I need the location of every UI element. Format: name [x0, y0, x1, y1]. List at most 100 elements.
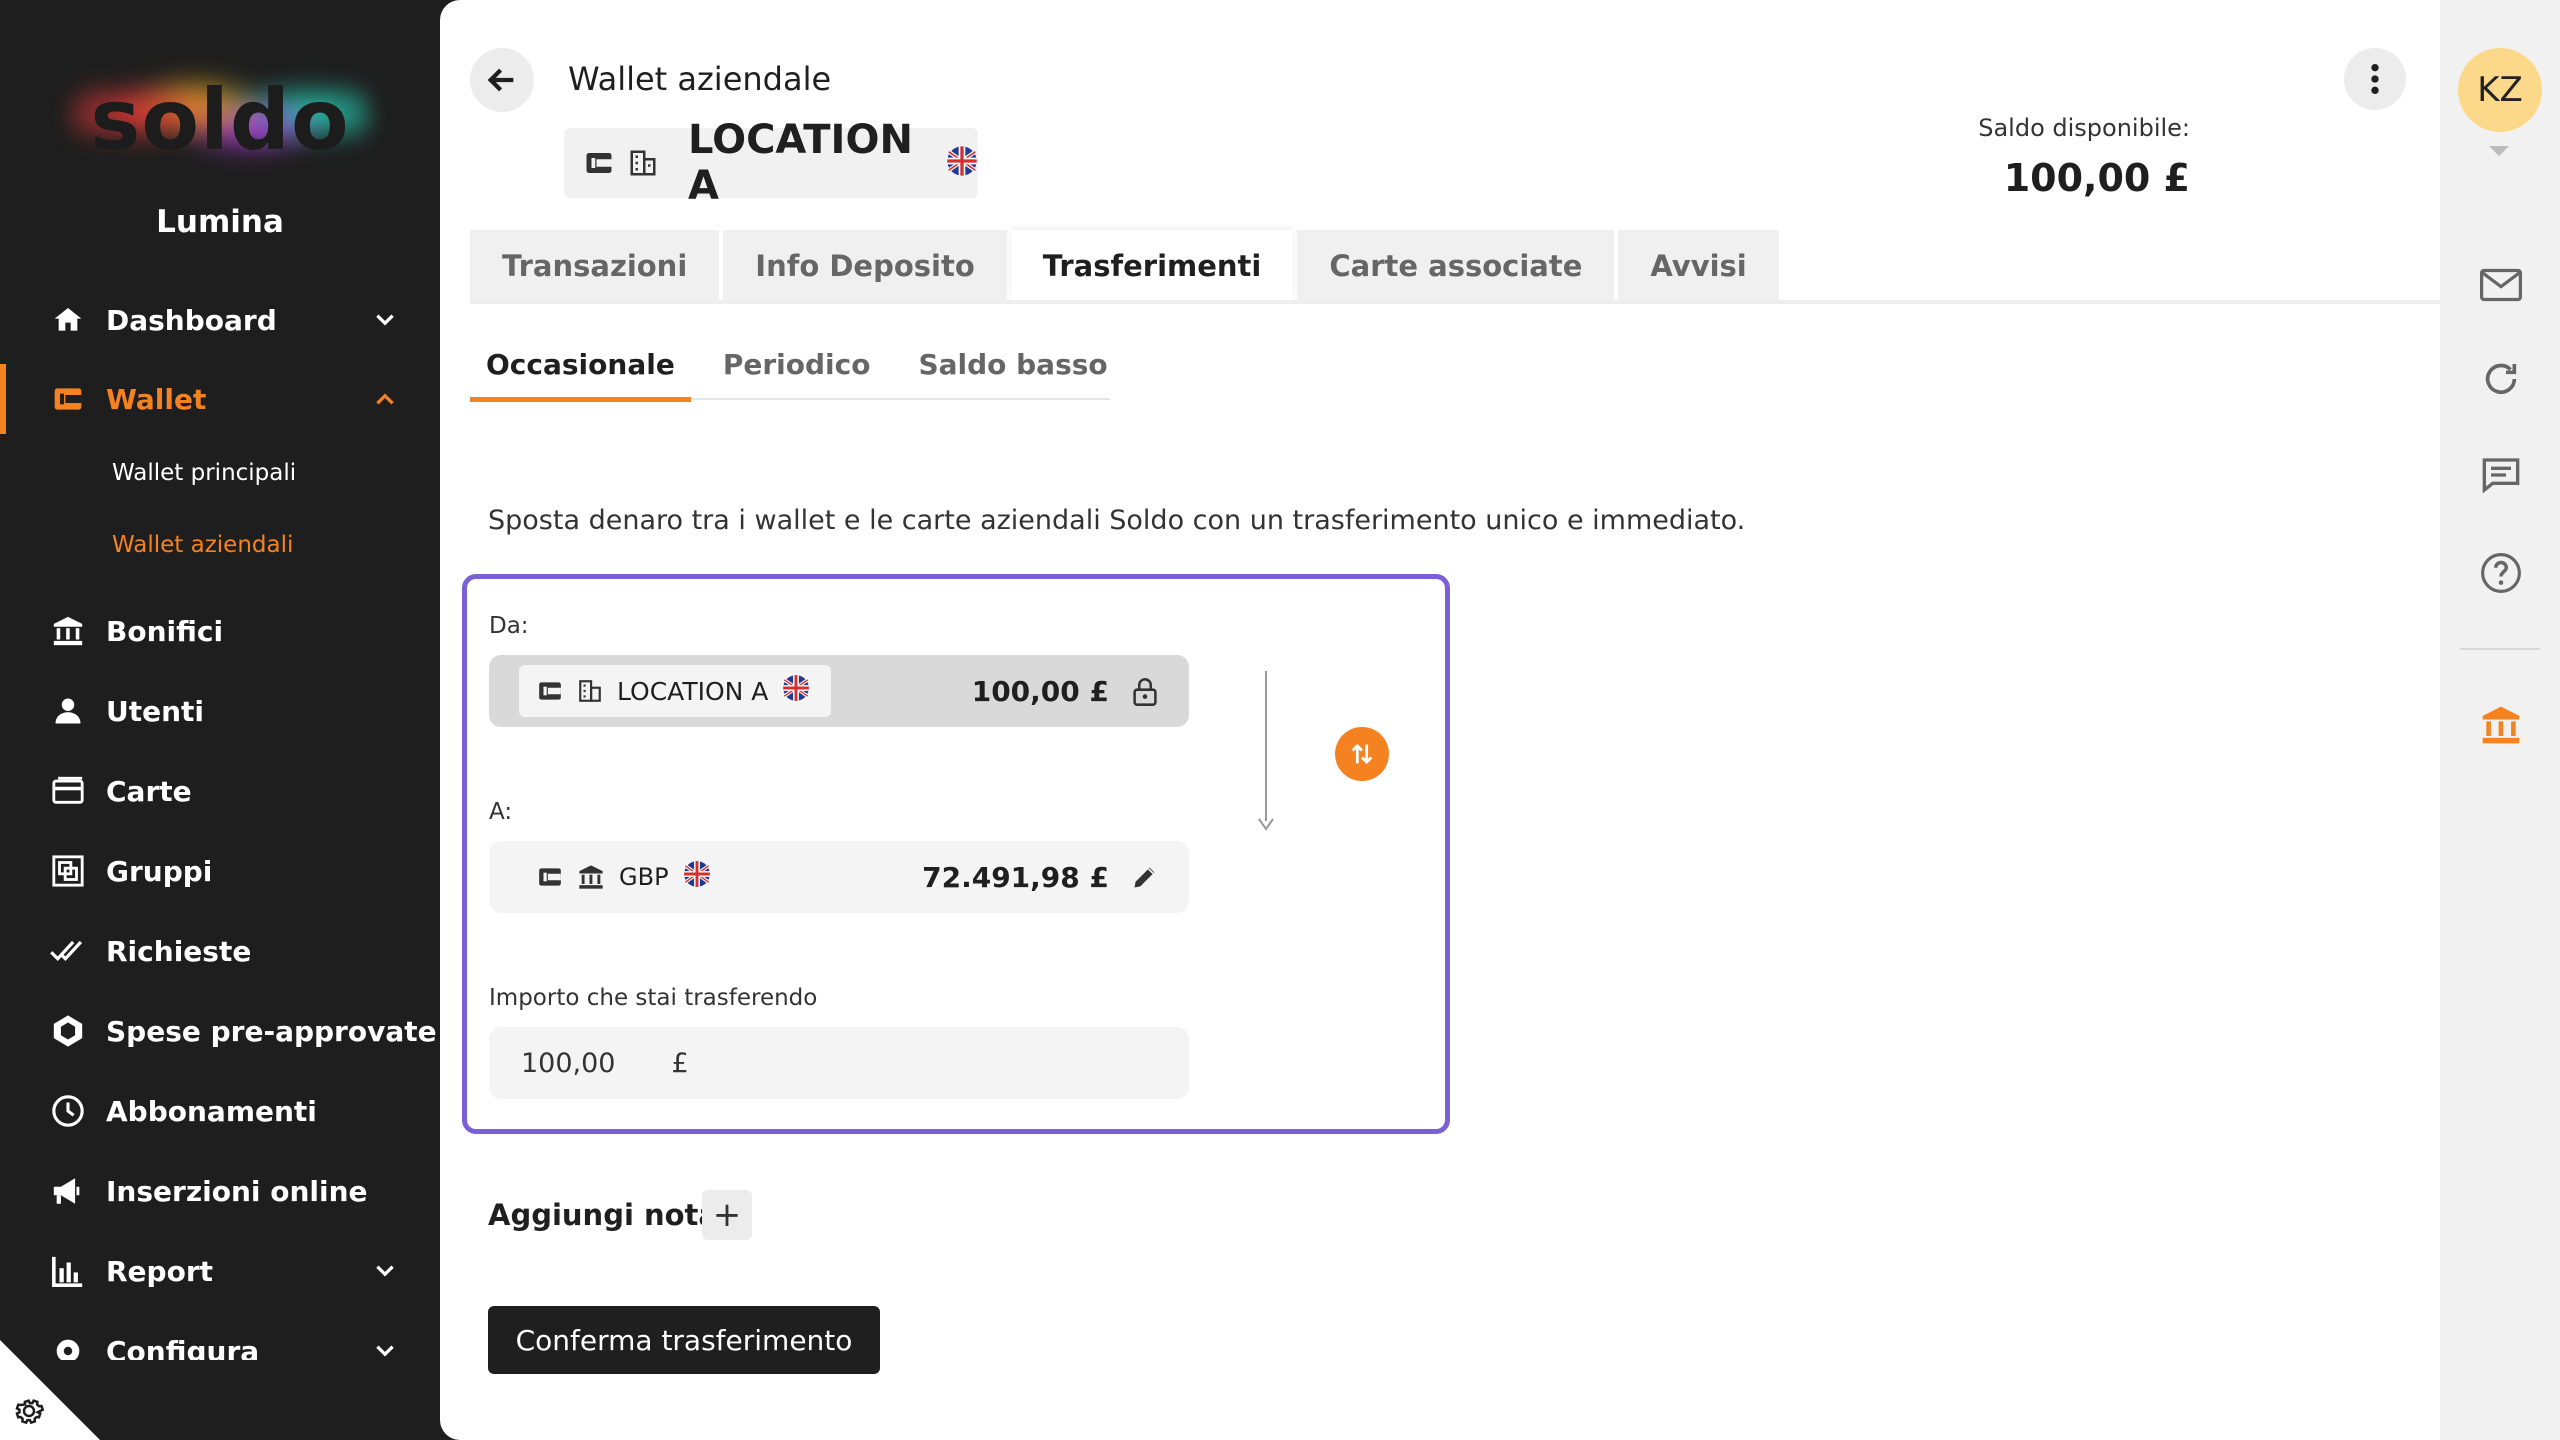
wallet-icon: [50, 381, 86, 417]
confirm-transfer-button[interactable]: Conferma trasferimento: [488, 1306, 880, 1374]
wallet-icon: [537, 678, 563, 704]
soldo-logo[interactable]: soldo: [60, 50, 380, 190]
sidebar-item-richieste[interactable]: Richieste: [0, 916, 440, 986]
megaphone-icon: [50, 1173, 86, 1209]
arrow-down-icon: [1258, 818, 1274, 831]
from-wallet-chip: LOCATION A: [519, 665, 831, 717]
sidebar-item-label: Carte: [106, 774, 192, 808]
uk-flag-icon: [946, 145, 978, 181]
subtab-periodico[interactable]: Periodico: [707, 348, 887, 402]
company-name: Lumina: [156, 204, 284, 240]
sidebar-item-wallet[interactable]: Wallet: [0, 364, 440, 434]
card-icon: [50, 773, 86, 809]
sidebar-item-report[interactable]: Report: [0, 1236, 440, 1306]
uk-flag-icon: [782, 674, 810, 708]
subtab-occasionale[interactable]: Occasionale: [470, 348, 691, 402]
balance-value: 100,00 £: [2003, 156, 2190, 200]
sidebar: soldo Lumina Dashboard Wallet Wallet pri…: [0, 0, 440, 1440]
bank-transfer-icon: [50, 613, 86, 649]
refresh-icon[interactable]: [2478, 356, 2524, 402]
amount-input[interactable]: 100,00 £: [489, 1027, 1189, 1099]
sidebar-item-abbonamenti[interactable]: Abbonamenti: [0, 1076, 440, 1146]
swap-button[interactable]: [1335, 727, 1389, 781]
rail-divider: [2460, 648, 2540, 650]
sidebar-subitem-wallet-aziendali[interactable]: Wallet aziendali: [112, 532, 293, 558]
uk-flag-icon: [683, 860, 711, 894]
groups-icon: [50, 853, 86, 889]
tab-bar: Transazioni Info Deposito Trasferimenti …: [470, 230, 1783, 302]
page-title: Wallet aziendale: [568, 60, 832, 98]
user-icon: [50, 693, 86, 729]
balance-label: Saldo disponibile:: [1978, 114, 2190, 142]
from-label: Da:: [489, 613, 529, 639]
sidebar-item-label: Utenti: [106, 694, 205, 728]
subtab-bar: Occasionale Periodico Saldo basso: [470, 348, 1140, 402]
tab-divider: [470, 300, 2440, 304]
chevron-down-icon[interactable]: [2489, 146, 2509, 156]
sidebar-item-carte[interactable]: Carte: [0, 756, 440, 826]
bank-icon: [577, 863, 605, 891]
to-wallet-field[interactable]: GBP 72.491,98 £: [489, 841, 1189, 913]
sidebar-item-label: Inserzioni online: [106, 1174, 368, 1208]
direction-line: [1265, 671, 1267, 821]
to-wallet-name: GBP: [619, 863, 669, 891]
from-wallet-name: LOCATION A: [617, 676, 769, 706]
add-note-button[interactable]: +: [702, 1190, 752, 1240]
building-icon: [628, 148, 658, 178]
swap-arrows-icon: [1351, 743, 1373, 765]
from-wallet-field[interactable]: LOCATION A 100,00 £: [489, 655, 1189, 727]
to-wallet-chip: GBP: [537, 851, 711, 903]
avatar[interactable]: KZ: [2458, 48, 2542, 132]
sidebar-item-label: Bonifici: [106, 614, 224, 648]
more-options-button[interactable]: [2344, 48, 2406, 110]
sidebar-item-spese-pre-approvate[interactable]: Spese pre-approvate: [0, 996, 440, 1066]
shield-icon: [50, 1013, 86, 1049]
back-button[interactable]: [470, 48, 534, 112]
chevron-down-icon: [376, 1265, 394, 1277]
to-label: A:: [489, 799, 513, 825]
building-icon: [577, 678, 603, 704]
clock-icon: [50, 1093, 86, 1129]
sidebar-item-bonifici[interactable]: Bonifici: [0, 596, 440, 666]
sidebar-item-inserzioni-online[interactable]: Inserzioni online: [0, 1156, 440, 1226]
sidebar-subitem-wallet-principali[interactable]: Wallet principali: [112, 460, 296, 486]
sidebar-item-label: Abbonamenti: [106, 1094, 317, 1128]
sidebar-item-label: Dashboard: [106, 303, 277, 337]
main-panel: Wallet aziendale LOCATION A Saldo dispon…: [440, 0, 2440, 1440]
tab-transazioni[interactable]: Transazioni: [470, 230, 720, 302]
pencil-icon[interactable]: [1131, 863, 1159, 895]
wallet-icon: [537, 864, 563, 890]
wallet-icon: [584, 148, 614, 178]
sidebar-item-dashboard[interactable]: Dashboard: [0, 285, 440, 355]
transfer-form: Da: LOCATION A 100,00 £ A: GBP 72.491,98…: [462, 574, 1450, 1134]
to-amount: 72.491,98 £: [922, 861, 1109, 894]
lock-icon: [1131, 677, 1159, 711]
logo-text: soldo: [90, 71, 350, 169]
bank-icon[interactable]: [2478, 702, 2524, 748]
chat-icon[interactable]: [2478, 452, 2524, 498]
arrow-left-icon: [487, 68, 514, 92]
add-note-label: Aggiungi nota: [488, 1198, 718, 1232]
gear-icon: [15, 1399, 44, 1425]
subtab-saldo-basso[interactable]: Saldo basso: [902, 348, 1123, 402]
sidebar-item-utenti[interactable]: Utenti: [0, 676, 440, 746]
wallet-name: LOCATION A: [688, 117, 913, 209]
transfer-description: Sposta denaro tra i wallet e le carte az…: [488, 505, 1746, 536]
home-icon: [50, 302, 86, 338]
help-icon[interactable]: [2478, 550, 2524, 596]
sidebar-item-label: Report: [106, 1254, 214, 1288]
amount-label: Importo che stai trasferendo: [489, 985, 818, 1011]
sidebar-item-label: Gruppi: [106, 854, 213, 888]
sidebar-item-gruppi[interactable]: Gruppi: [0, 836, 440, 906]
chevron-up-icon: [376, 393, 394, 405]
tab-trasferimenti[interactable]: Trasferimenti: [1010, 230, 1294, 302]
tab-avvisi[interactable]: Avvisi: [1618, 230, 1779, 302]
sidebar-item-label: Spese pre-approvate: [106, 1014, 437, 1048]
tab-info-deposito[interactable]: Info Deposito: [723, 230, 1007, 302]
mail-icon[interactable]: [2478, 262, 2524, 308]
double-check-icon: [50, 933, 86, 969]
vertical-dots-icon: [2371, 63, 2379, 95]
sidebar-item-label: Richieste: [106, 934, 252, 968]
from-amount: 100,00 £: [971, 675, 1109, 708]
tab-carte-associate[interactable]: Carte associate: [1297, 230, 1615, 302]
